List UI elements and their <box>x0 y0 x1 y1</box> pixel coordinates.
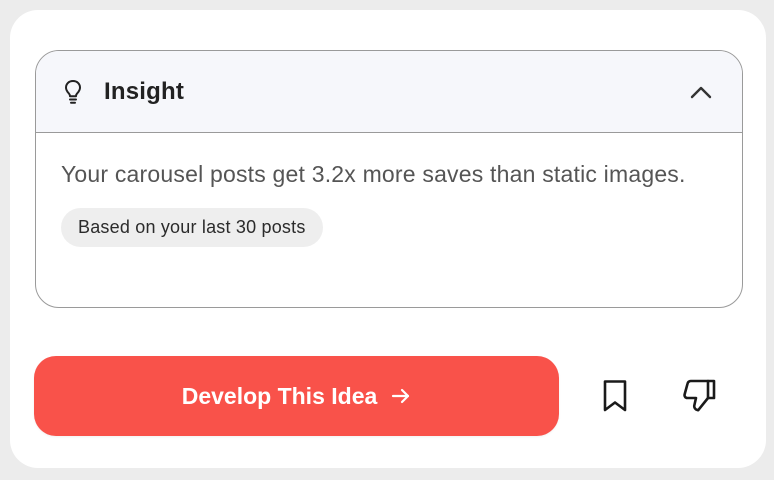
develop-idea-label: Develop This Idea <box>181 382 378 409</box>
lightbulb-icon <box>62 78 84 106</box>
insight-text: Your carousel posts get 3.2x more saves … <box>61 161 686 187</box>
insight-card: Insight Your carousel posts get 3.2x mor… <box>10 10 766 468</box>
develop-idea-button[interactable]: Develop This Idea <box>34 356 559 436</box>
insight-header[interactable]: Insight <box>36 51 742 133</box>
insight-title: Insight <box>104 77 185 105</box>
thumbs-down-icon <box>681 378 719 414</box>
bookmark-icon <box>602 379 628 413</box>
chevron-up-icon[interactable] <box>688 79 714 105</box>
arrow-right-icon <box>391 387 411 405</box>
bookmark-button[interactable] <box>595 376 635 416</box>
source-tag: Based on your last 30 posts <box>61 208 323 247</box>
insight-body: Your carousel posts get 3.2x more saves … <box>36 133 742 247</box>
insight-panel: Insight Your carousel posts get 3.2x mor… <box>35 50 743 308</box>
dislike-button[interactable] <box>680 376 720 416</box>
